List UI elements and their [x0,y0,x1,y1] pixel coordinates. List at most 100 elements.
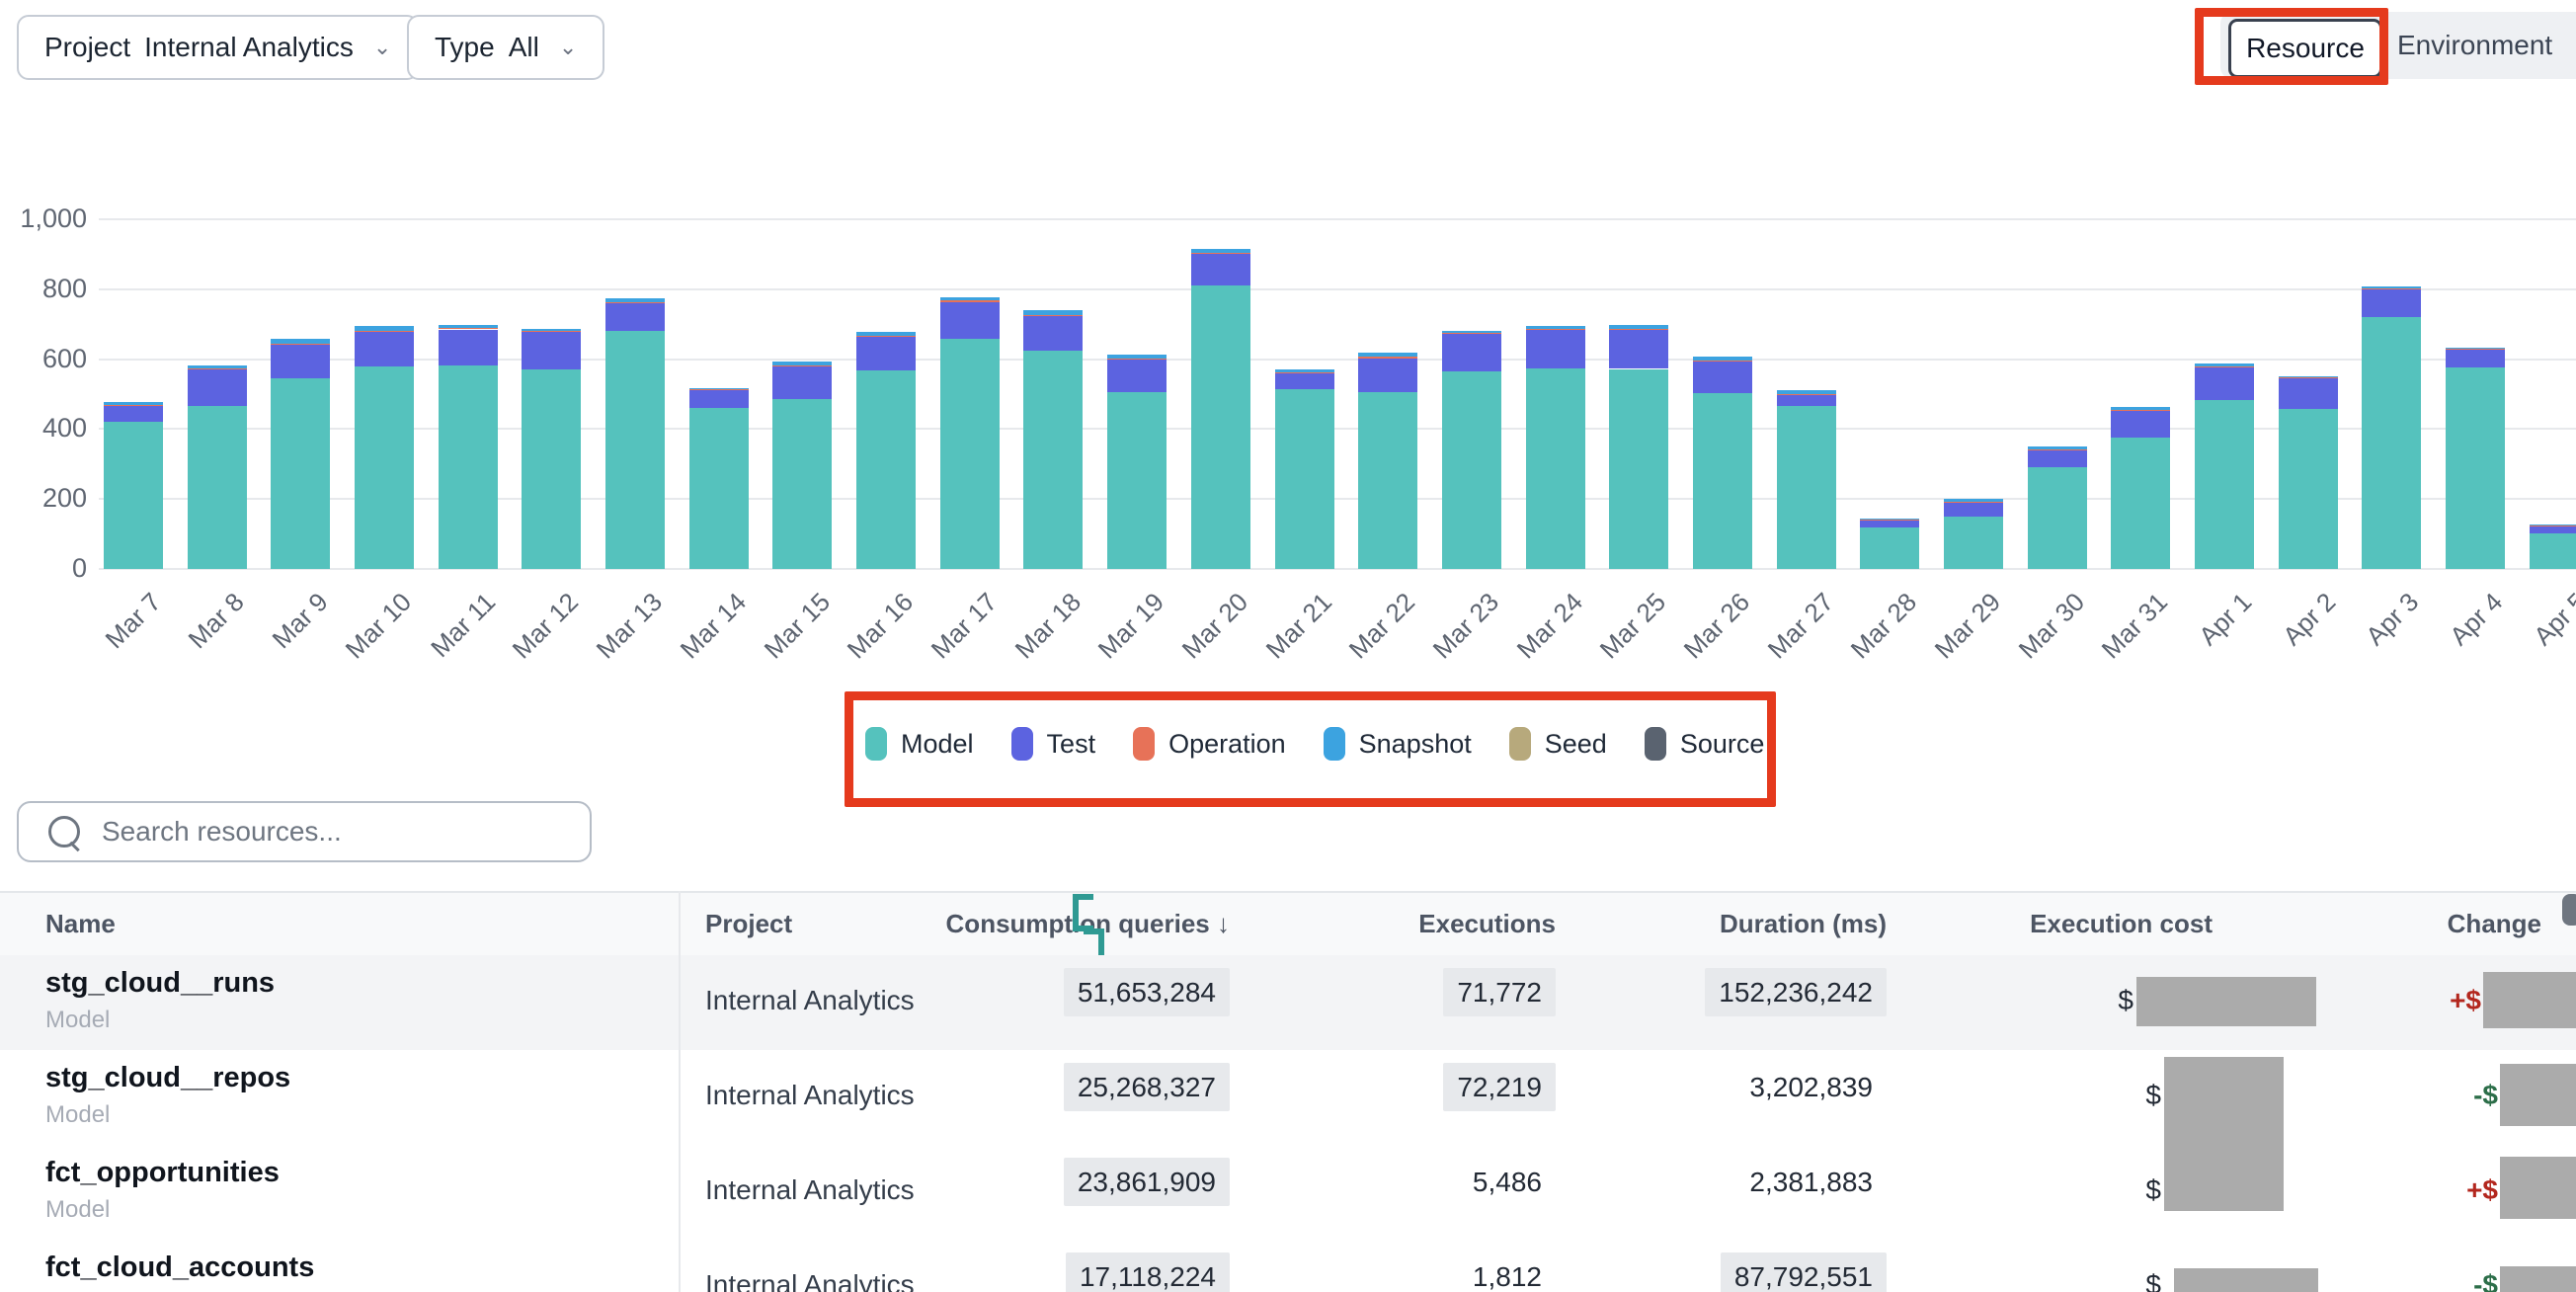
bar-segment-operation [355,331,414,332]
bar-segment-operation [2446,349,2505,350]
cost-redaction-row4 [2174,1268,2318,1292]
table-scrollbar-thumb[interactable] [2562,894,2576,926]
toggle-environment-button[interactable]: Environment [2397,30,2552,61]
bar-segment-snapshot [2195,363,2254,366]
x-axis-tick-label: Mar 23 [1427,587,1505,665]
bar-segment-snapshot [856,332,916,336]
annotation-box-legend [845,691,1776,807]
bar-segment-test [1358,359,1417,392]
teal-text-cursor-icon [1073,894,1093,931]
x-axis-tick-label: Mar 8 [183,587,251,655]
bar-segment-test [2111,411,2170,438]
y-axis-tick-label: 400 [0,413,87,444]
bar-segment-test [1275,373,1334,389]
bar-segment-model [1526,368,1585,569]
bar-segment-snapshot [1526,326,1585,329]
bar-segment-operation [2028,449,2087,450]
column-divider [679,891,681,1292]
x-axis-tick-label: Mar 17 [926,587,1004,665]
bar-segment-operation [1275,372,1334,373]
bar-segment-operation [2195,366,2254,367]
bar-segment-snapshot [439,325,498,328]
consumption-queries-cell: 25,268,327 [1064,1072,1230,1103]
resource-name: stg_cloud__runs [45,967,275,1000]
bar-segment-model [2111,438,2170,569]
cost-redaction-row1 [2136,977,2316,1026]
search-resources-input[interactable]: Search resources... [17,801,592,862]
duration-cell: 2,381,883 [1735,1167,1887,1198]
analytics-dashboard: Project Internal Analytics ⌄ Type All ⌄ … [0,0,2576,1292]
col-header-name[interactable]: Name [45,909,116,939]
x-axis-tick-label: Mar 19 [1092,587,1170,665]
bar-segment-snapshot [1860,519,1919,520]
bar-segment-snapshot [772,362,832,364]
project-filter-dropdown[interactable]: Project Internal Analytics ⌄ [17,15,419,80]
x-axis-tick-label: Mar 27 [1761,587,1839,665]
bar-segment-snapshot [1777,390,1836,394]
executions-cell: 72,219 [1443,1072,1556,1103]
x-axis-tick-label: Mar 14 [675,587,753,665]
change-prefix: +$ [2450,985,2481,1016]
x-axis-tick-label: Apr 2 [2277,587,2342,652]
resource-name: stg_cloud__repos [45,1062,290,1094]
chevron-down-icon: ⌄ [559,35,577,60]
col-header-project[interactable]: Project [705,909,792,939]
bar-segment-test [1609,330,1668,368]
change-redaction-row3 [2500,1157,2576,1219]
change-prefix: +$ [2466,1174,2498,1206]
type-filter-dropdown[interactable]: Type All ⌄ [407,15,604,80]
bar-segment-snapshot [104,402,163,404]
col-header-duration[interactable]: Duration (ms) [1720,909,1887,939]
bar-segment-test [522,332,581,369]
bar-segment-operation [1442,333,1501,334]
bar-segment-snapshot [605,298,665,302]
col-header-change[interactable]: Change [2448,909,2541,939]
bar-segment-model [1191,285,1250,569]
x-axis-tick-label: Apr 5 [2528,587,2576,652]
bar-segment-snapshot [2028,446,2087,448]
col-header-executions[interactable]: Executions [1418,909,1556,939]
bar-segment-snapshot [2279,376,2338,378]
bar-segment-snapshot [2362,286,2421,288]
bar-segment-operation [1944,502,2003,503]
bar-segment-model [1442,371,1501,569]
bar-segment-model [271,378,330,569]
bar-segment-model [104,422,163,569]
y-axis-tick-label: 800 [0,274,87,304]
bar-segment-snapshot [2446,348,2505,349]
bar-segment-model [2279,409,2338,569]
bar-segment-model [2028,467,2087,569]
bar-segment-operation [1693,361,1752,362]
executions-cell: 71,772 [1443,977,1556,1009]
project-cell: Internal Analytics [705,985,915,1016]
x-axis-tick-label: Mar 30 [2012,587,2090,665]
bar-segment-test [2530,525,2576,532]
bar-segment-test [772,366,832,399]
gridline [99,218,2576,220]
col-header-execution-cost[interactable]: Execution cost [2030,909,2213,939]
resource-type: Model [45,1101,110,1129]
x-axis-tick-label: Mar 15 [758,587,836,665]
bar-segment-model [2195,400,2254,569]
bar-segment-operation [1191,253,1250,254]
annotation-box-resource [2195,8,2388,85]
bar-segment-test [1526,330,1585,368]
bar-segment-test [1023,316,1083,351]
execution-cost-prefix: $ [2145,1174,2161,1206]
bar-segment-model [188,406,247,569]
bar-segment-snapshot [1693,357,1752,361]
table-header: Name Project Consumption queries ↓ Execu… [0,891,2576,959]
project-cell: Internal Analytics [705,1269,915,1292]
x-axis-tick-label: Mar 20 [1176,587,1254,665]
bar-segment-snapshot [2111,407,2170,409]
change-redaction-row2 [2500,1064,2576,1126]
bar-segment-model [1023,351,1083,569]
environment-label: Environment [2397,30,2552,60]
bar-segment-test [2362,289,2421,317]
bar-segment-model [522,369,581,569]
bar-segment-operation [1777,394,1836,395]
bar-segment-test [940,302,1000,340]
bar-segment-test [605,303,665,331]
bar-segment-model [439,365,498,569]
bar-segment-model [2530,533,2576,569]
